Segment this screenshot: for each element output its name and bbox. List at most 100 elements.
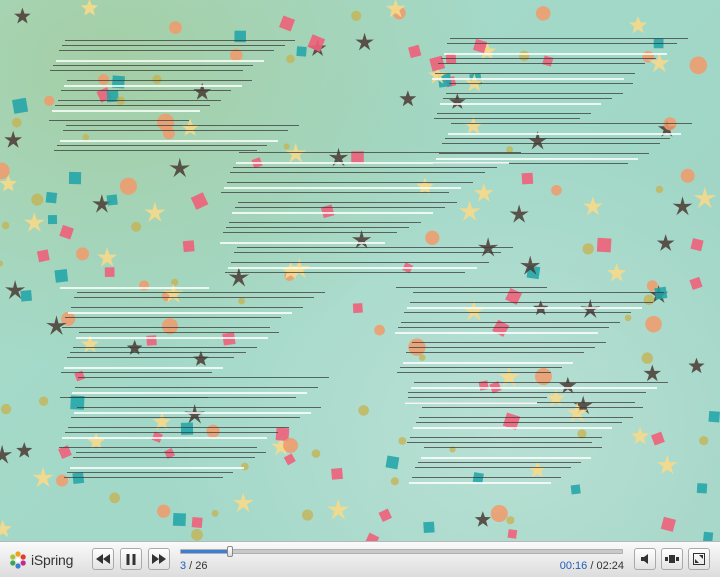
confetti-dot <box>358 405 369 416</box>
confetti-square <box>385 455 400 470</box>
text-line-placeholder <box>226 227 409 228</box>
text-line-placeholder <box>75 387 318 388</box>
text-line-placeholder <box>50 70 243 71</box>
ispring-logo-icon <box>8 550 28 570</box>
confetti-star <box>355 32 374 51</box>
confetti-square <box>106 194 118 206</box>
text-line-placeholder <box>60 397 209 398</box>
text-lines-right-bottom <box>405 395 645 485</box>
text-line-placeholder <box>409 347 596 348</box>
confetti-star <box>656 454 678 475</box>
text-line-placeholder <box>418 462 582 463</box>
confetti-dot <box>351 10 362 22</box>
text-line-placeholder <box>441 58 657 59</box>
text-line-placeholder <box>411 387 657 389</box>
text-line-placeholder <box>415 467 571 468</box>
text-line-placeholder <box>413 427 613 429</box>
text-line-placeholder <box>447 43 678 44</box>
text-line-placeholder <box>424 447 602 448</box>
confetti-star <box>474 511 491 527</box>
confetti-dot <box>157 504 171 518</box>
layout-button[interactable] <box>661 548 683 570</box>
rewind-button[interactable] <box>92 548 114 570</box>
text-line-placeholder <box>232 212 433 214</box>
fast-forward-icon <box>152 554 166 564</box>
text-line-placeholder <box>446 93 623 94</box>
text-line-placeholder <box>55 105 210 106</box>
text-line-placeholder <box>449 83 634 84</box>
fast-forward-button[interactable] <box>148 548 170 570</box>
text-line-placeholder <box>77 407 322 408</box>
seek-bar[interactable] <box>180 546 623 557</box>
text-line-placeholder <box>76 452 266 453</box>
confetti-star <box>399 90 417 107</box>
text-line-placeholder <box>67 80 252 81</box>
text-line-placeholder <box>71 417 300 418</box>
fullscreen-icon <box>693 553 705 565</box>
confetti-dot <box>1 221 10 230</box>
confetti-dot <box>374 324 385 336</box>
text-line-placeholder <box>225 272 465 273</box>
volume-icon <box>641 554 648 564</box>
confetti-square <box>190 192 209 210</box>
text-line-placeholder <box>407 442 592 443</box>
seek-progress <box>181 550 230 553</box>
fullscreen-button[interactable] <box>688 548 710 570</box>
text-line-placeholder <box>220 242 385 244</box>
confetti-dot <box>551 184 562 196</box>
confetti-dot <box>655 185 664 194</box>
time-display: 00:16 / 02:24 <box>560 560 624 572</box>
text-line-placeholder <box>67 357 235 358</box>
text-lines-left-mid <box>60 285 330 405</box>
text-line-placeholder <box>450 38 689 39</box>
text-line-placeholder <box>410 437 602 438</box>
confetti-square <box>182 240 195 253</box>
text-line-placeholder <box>64 477 223 478</box>
text-line-placeholder <box>228 267 477 269</box>
text-line-placeholder <box>400 367 562 368</box>
text-line-placeholder <box>445 138 671 139</box>
text-line-placeholder <box>403 362 574 364</box>
text-line-placeholder <box>72 392 307 394</box>
text-line-placeholder <box>238 202 457 203</box>
text-line-placeholder <box>451 123 692 124</box>
text-line-placeholder <box>407 307 642 309</box>
seek-handle[interactable] <box>226 546 233 557</box>
confetti-star <box>14 7 31 24</box>
text-line-placeholder <box>408 397 548 398</box>
text-line-placeholder <box>432 78 624 80</box>
confetti-square <box>703 531 714 541</box>
text-line-placeholder <box>412 477 561 478</box>
text-line-placeholder <box>408 392 646 393</box>
text-line-placeholder <box>239 152 521 153</box>
confetti-dot <box>31 193 44 206</box>
text-line-placeholder <box>61 372 213 373</box>
ispring-logo[interactable]: iSpring <box>8 550 73 570</box>
text-line-placeholder <box>438 63 646 64</box>
text-line-placeholder <box>65 40 295 41</box>
text-line-placeholder <box>58 100 221 101</box>
text-line-placeholder <box>62 45 285 46</box>
confetti-square <box>596 237 612 253</box>
confetti-square <box>507 529 518 539</box>
text-line-placeholder <box>395 332 598 334</box>
text-line-placeholder <box>435 73 635 74</box>
volume-button[interactable] <box>634 548 656 570</box>
text-lines-left-top <box>48 38 299 158</box>
confetti-square <box>279 15 296 32</box>
text-line-placeholder <box>57 145 267 146</box>
confetti-square <box>36 249 50 263</box>
text-line-placeholder <box>79 332 279 333</box>
confetti-star <box>0 444 13 464</box>
text-line-placeholder <box>63 130 288 131</box>
text-line-placeholder <box>401 322 620 323</box>
confetti-square <box>352 303 363 314</box>
text-line-placeholder <box>77 292 326 293</box>
player-controls-bar: iSpring 3 / 26 00:16 / 02:24 <box>0 541 720 577</box>
text-line-placeholder <box>52 110 200 112</box>
text-line-placeholder <box>70 467 245 469</box>
text-line-placeholder <box>74 412 311 414</box>
rewind-icon <box>96 554 110 564</box>
pause-button[interactable] <box>120 548 142 570</box>
text-line-placeholder <box>76 337 268 339</box>
